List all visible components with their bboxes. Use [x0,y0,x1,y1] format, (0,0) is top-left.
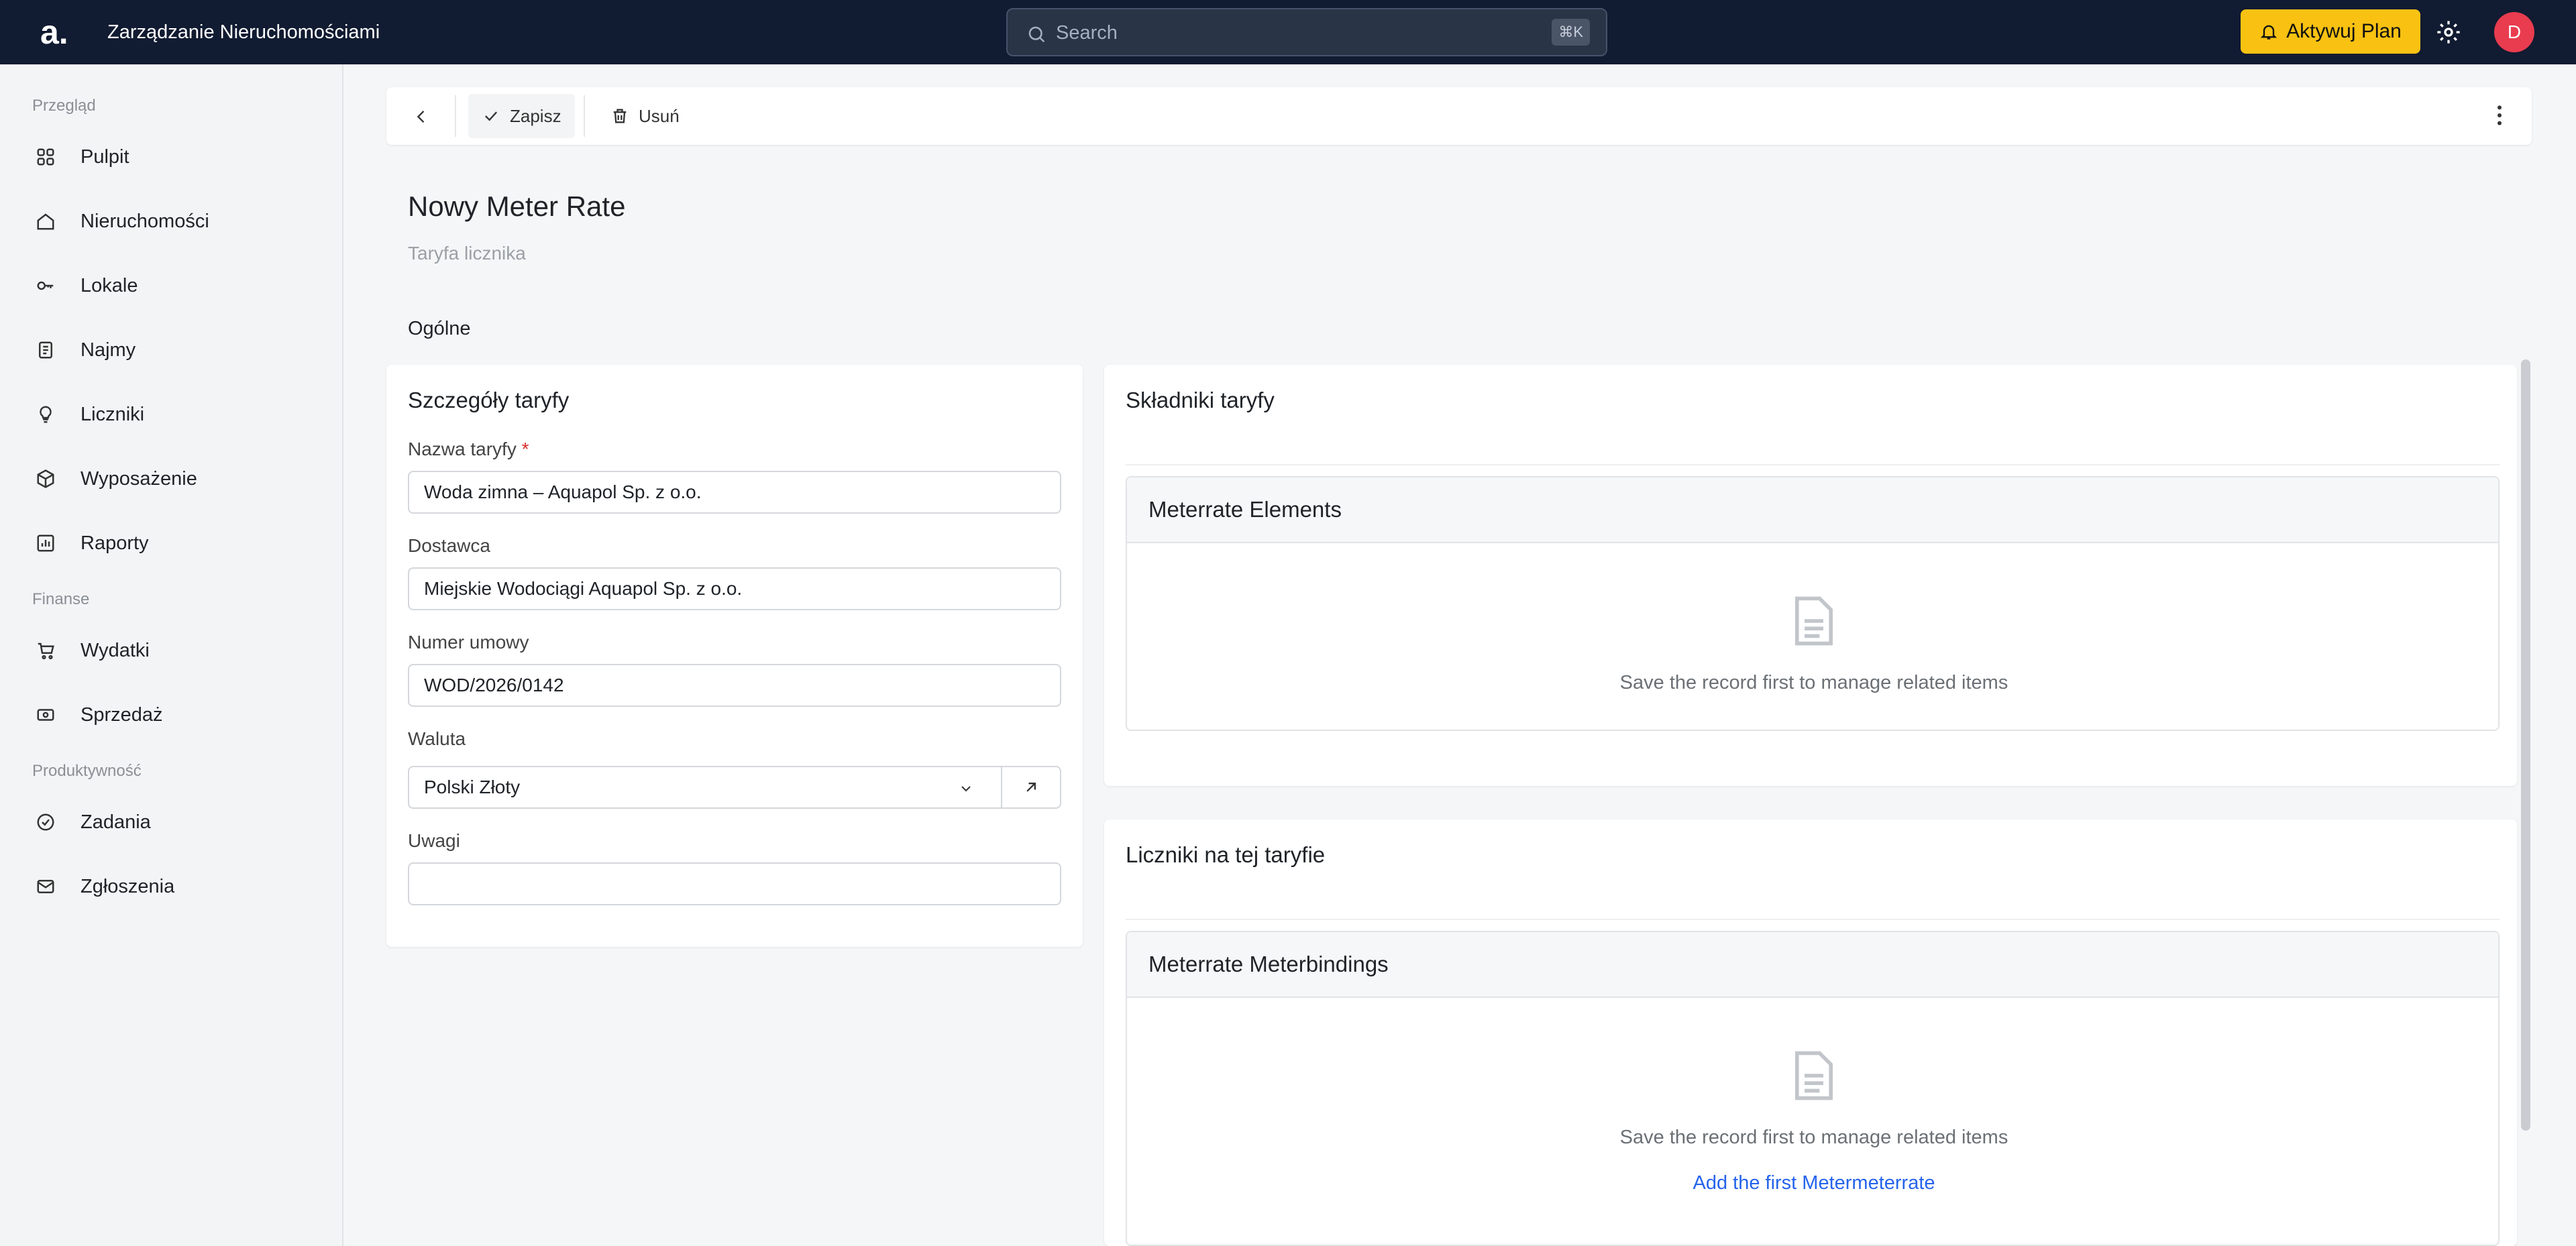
components-card-title: Składniki taryfy [1126,388,1275,412]
search-input[interactable]: Search ⌘K [1006,8,1607,56]
sidebar-section-overview: Przegląd [32,97,96,115]
app-title: Zarządzanie Nieruchomościami [107,21,380,43]
sidebar-item-dashboard[interactable]: Pulpit [32,137,314,177]
activate-plan-label: Aktywuj Plan [2286,20,2402,42]
sidebar-section-productivity: Produktywność [32,762,142,780]
sidebar-item-label: Pulpit [80,146,129,168]
bell-icon [2260,25,2277,40]
tab-general[interactable]: Ogólne [408,318,471,340]
notes-field[interactable] [408,862,1061,905]
sidebar-item-label: Liczniki [80,403,145,425]
name-label: Nazwa taryfy * [408,439,529,459]
currency-select-group: Polski Złoty [408,766,1061,809]
meters-card: Liczniki na tej taryfie Meterrate Meterb… [1104,819,2517,1246]
required-mark: * [521,439,529,459]
sidebar-item-label: Lokale [80,274,138,296]
document-icon [1795,1051,1833,1100]
page-title: Nowy Meter Rate [408,190,626,222]
sidebar-item-tasks[interactable]: Zadania [32,802,314,842]
sidebar-item-label: Wydatki [80,639,150,661]
search-icon [1028,26,1045,43]
currency-label: Waluta [408,728,466,749]
details-card-title: Szczegóły taryfy [408,388,570,412]
sidebar-item-label: Sprzedaż [80,703,163,726]
document-icon [1795,596,1833,646]
toolbar-divider [455,95,456,137]
sidebar: Przegląd Pulpit Nieruchomości Lokale Naj… [0,64,343,1246]
sidebar-item-label: Zadania [80,811,151,833]
sidebar-item-label: Zgłoszenia [80,875,175,897]
sidebar-item-sales[interactable]: Sprzedaż [32,695,314,735]
back-button[interactable] [407,102,436,131]
gear-icon[interactable] [2435,19,2462,46]
save-label: Zapisz [510,105,561,126]
content-scrollbar[interactable] [2521,359,2530,1131]
currency-select[interactable]: Polski Złoty [408,766,1002,809]
supplier-label: Dostawca [408,535,490,556]
sidebar-item-leases[interactable]: Najmy [32,330,314,370]
check-icon [485,111,498,121]
currency-value: Polski Złoty [424,777,521,797]
more-vertical-icon[interactable] [2486,102,2513,129]
sidebar-item-equipment[interactable]: Wyposażenie [32,459,314,499]
tariff-name-field[interactable] [408,471,1061,514]
top-navbar: a. Zarządzanie Nieruchomościami Search ⌘… [0,0,2576,64]
trash-icon [613,109,627,123]
cart-icon [32,637,59,664]
sidebar-item-units[interactable]: Lokale [32,266,314,306]
meterrate-elements-panel: Meterrate Elements Save the record first… [1126,476,2500,731]
details-card: Szczegóły taryfy Nazwa taryfy * Dostawca… [386,365,1083,947]
meterrate-meterbindings-panel: Meterrate Meterbindings Save the record … [1126,931,2500,1246]
divider [1126,919,2500,920]
external-link-icon [1026,783,1036,792]
add-first-link[interactable]: Add the first Metermeterrate [1127,1172,2501,1194]
check-circle-icon [32,809,59,836]
meterrate-elements-title: Meterrate Elements [1127,477,2498,543]
grid-icon [32,144,59,170]
sidebar-item-label: Najmy [80,339,136,361]
activate-plan-button[interactable]: Aktywuj Plan [2241,9,2420,54]
sidebar-item-label: Wyposażenie [80,467,197,490]
app-logo[interactable]: a. [40,12,75,52]
divider [1126,464,2500,465]
supplier-field[interactable] [408,567,1061,610]
contract-label: Numer umowy [408,632,529,653]
sidebar-item-meters[interactable]: Liczniki [32,394,314,435]
box-icon [32,465,59,492]
delete-button[interactable]: Usuń [597,94,693,138]
sidebar-item-properties[interactable]: Nieruchomości [32,201,314,241]
building-icon [32,208,59,235]
sidebar-item-label: Raporty [80,532,149,554]
sidebar-section-finance: Finanse [32,590,90,608]
search-shortcut: ⌘K [1552,19,1590,46]
search-placeholder: Search [1056,22,1118,44]
meters-card-title: Liczniki na tej taryfie [1126,842,1326,867]
document-icon [32,337,59,363]
bulb-icon [32,401,59,428]
page-subtitle: Taryfa licznika [408,243,526,264]
empty-state-text: Save the record first to manage related … [1619,1127,2008,1148]
sidebar-item-expenses[interactable]: Wydatki [32,630,314,671]
sidebar-item-tickets[interactable]: Zgłoszenia [32,866,314,907]
sidebar-item-label: Nieruchomości [80,210,209,232]
chart-icon [32,530,59,557]
mail-icon [32,873,59,900]
contract-number-field[interactable] [408,664,1061,707]
meterrate-meterbindings-title: Meterrate Meterbindings [1127,932,2498,998]
user-avatar[interactable]: D [2494,12,2534,52]
chevron-down-icon [961,786,971,792]
record-toolbar: Zapisz Usuń [386,87,2532,145]
open-currency-button[interactable] [1001,766,1061,809]
sidebar-item-reports[interactable]: Raporty [32,523,314,563]
money-icon [32,701,59,728]
notes-label: Uwagi [408,830,460,851]
chevron-left-icon [417,111,425,123]
delete-label: Usuń [639,105,680,126]
save-button[interactable]: Zapisz [468,94,575,138]
empty-state-text: Save the record first to manage related … [1619,672,2008,693]
toolbar-divider [584,95,585,137]
key-icon [32,272,59,299]
components-card: Składniki taryfy Meterrate Elements Save… [1104,365,2517,786]
